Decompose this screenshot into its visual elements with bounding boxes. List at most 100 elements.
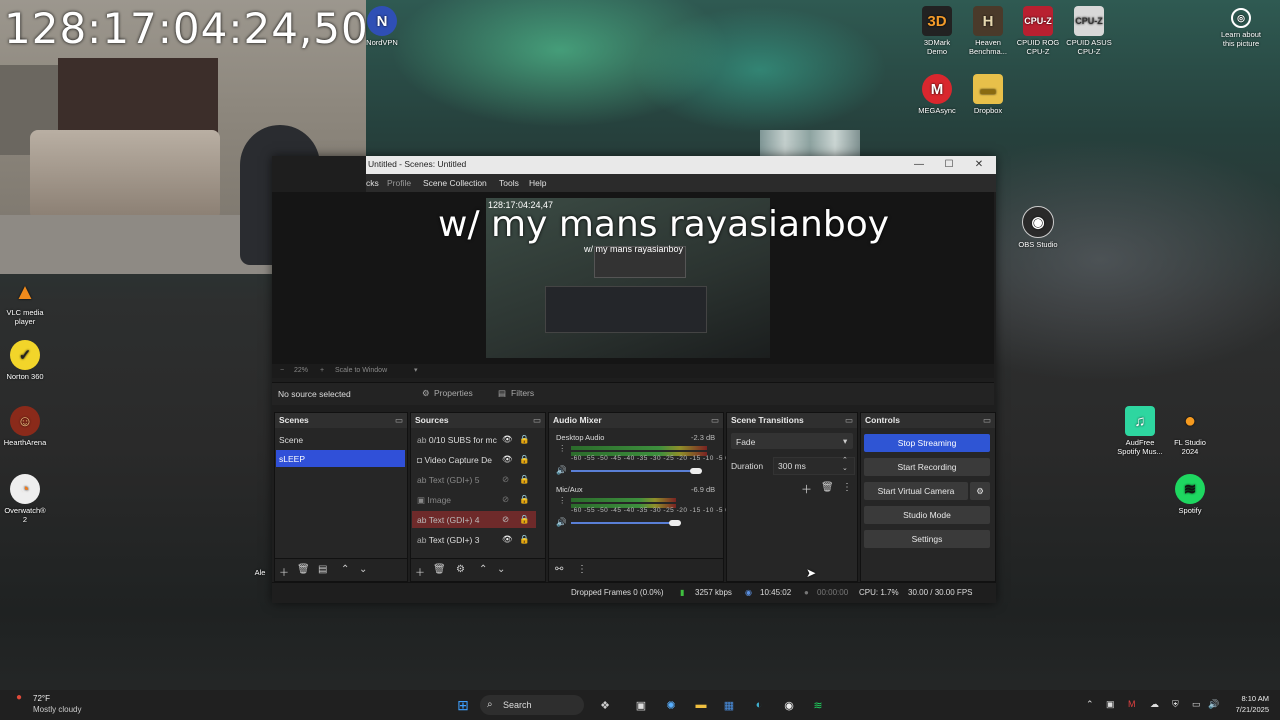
obs-titlebar[interactable]: Untitled - Scenes: Untitled — ☐ ✕: [366, 156, 996, 174]
filter-icon[interactable]: ▤: [318, 564, 327, 575]
desktop-icon-vlc[interactable]: ▲ VLC media player: [0, 276, 57, 326]
menu-profile[interactable]: Profile: [387, 178, 411, 188]
lock-icon[interactable]: 🔒: [519, 454, 530, 465]
undock-icon[interactable]: ▭: [845, 415, 853, 426]
undock-icon[interactable]: ▭: [711, 415, 719, 426]
volume-slider[interactable]: [571, 522, 671, 524]
clock-time[interactable]: 8:10 AM: [1229, 694, 1269, 703]
weather-desc[interactable]: Mostly cloudy: [33, 705, 81, 714]
chevron-up-icon[interactable]: ⌃: [842, 456, 848, 464]
source-item[interactable]: ab Text (GDI+) 3: [417, 535, 479, 545]
volume-slider-knob[interactable]: [669, 520, 681, 526]
volume-slider-knob[interactable]: [690, 468, 702, 474]
eye-hidden-icon[interactable]: ⊘: [502, 514, 509, 525]
source-item[interactable]: ab Text (GDI+) 4: [417, 515, 479, 525]
gear-icon[interactable]: ⚙: [456, 564, 465, 575]
undock-icon[interactable]: ▭: [983, 415, 991, 426]
properties-button[interactable]: Properties: [434, 388, 473, 398]
eye-icon[interactable]: 👁: [502, 434, 513, 445]
lock-icon[interactable]: 🔒: [519, 534, 530, 545]
desktop-icon-overwatch[interactable]: ◔ Overwatch® 2: [0, 474, 57, 524]
spotify-icon[interactable]: ≋: [809, 696, 827, 714]
studio-mode-button[interactable]: Studio Mode: [864, 506, 990, 524]
tray-app-icon[interactable]: ▣: [1106, 699, 1115, 710]
desktop-icon-learn-picture[interactable]: ◎ Learn about this picture: [1209, 8, 1273, 48]
menu-docks[interactable]: cks: [366, 178, 379, 188]
minimize-icon[interactable]: —: [904, 156, 934, 174]
kebab-icon[interactable]: ⋮: [577, 564, 587, 575]
undock-icon[interactable]: ▭: [395, 415, 403, 426]
scene-item-selected[interactable]: sLEEP: [279, 454, 305, 464]
settings-button[interactable]: Settings: [864, 530, 990, 548]
filters-button[interactable]: Filters: [511, 388, 534, 398]
desktop-icon-heartharena[interactable]: ☺ HearthArena: [0, 406, 57, 447]
stop-streaming-button[interactable]: Stop Streaming: [864, 434, 990, 452]
source-item[interactable]: ◘ Video Capture De: [417, 455, 492, 465]
kebab-icon[interactable]: ⋮: [558, 443, 567, 454]
source-item[interactable]: ▣ Image: [417, 495, 451, 506]
desktop-icon-norton[interactable]: ✓ Norton 360: [0, 340, 57, 381]
kebab-icon[interactable]: ⋮: [842, 482, 852, 493]
undock-icon[interactable]: ▭: [533, 415, 541, 426]
chevron-up-icon[interactable]: ⌃: [479, 564, 487, 575]
chevron-down-icon[interactable]: ⌄: [497, 564, 505, 575]
chevron-down-icon[interactable]: ⌄: [359, 564, 367, 575]
add-icon[interactable]: ＋: [415, 564, 425, 579]
eye-icon[interactable]: 👁: [502, 534, 513, 545]
store-icon[interactable]: ▦: [720, 696, 738, 714]
chevron-up-icon[interactable]: ⌃: [341, 564, 349, 575]
network-icon[interactable]: ▭: [1192, 699, 1201, 710]
desktop-icon-cpuz-asus[interactable]: CPU-Z CPUID ASUS CPU-Z: [1057, 6, 1121, 56]
widgets-icon[interactable]: ❖: [596, 696, 614, 714]
source-item[interactable]: ab 0/10 SUBS for mc: [417, 435, 497, 445]
zoom-in-button[interactable]: +: [320, 367, 324, 374]
file-explorer-icon[interactable]: ▬: [692, 696, 710, 714]
kebab-icon[interactable]: ⋮: [558, 495, 567, 506]
source-item[interactable]: ab Text (GDI+) 5: [417, 475, 479, 485]
lock-icon[interactable]: 🔒: [519, 434, 530, 445]
desktop-icon-dropbox[interactable]: ▬ Dropbox: [956, 74, 1020, 115]
cloud-icon[interactable]: ☁: [1150, 699, 1159, 710]
gear-icon[interactable]: ⚙: [970, 482, 990, 500]
link-icon[interactable]: ⚯: [555, 564, 563, 575]
zoom-out-button[interactable]: −: [280, 367, 284, 374]
trash-icon[interactable]: 🗑: [433, 564, 446, 575]
desktop-icon-obs[interactable]: ◉ OBS Studio: [1006, 206, 1070, 249]
maximize-icon[interactable]: ☐: [934, 156, 964, 174]
eye-hidden-icon[interactable]: ⊘: [502, 494, 509, 505]
search-box[interactable]: [480, 695, 584, 715]
shield-icon[interactable]: ⛨: [1172, 699, 1179, 710]
chevron-up-icon[interactable]: ⌃: [1086, 699, 1094, 710]
volume-icon[interactable]: 🔊: [1208, 699, 1219, 710]
add-icon[interactable]: ＋: [801, 481, 812, 497]
chevron-down-icon[interactable]: ▾: [414, 366, 418, 374]
windows-start-icon[interactable]: ⊞: [454, 696, 472, 714]
lock-icon[interactable]: 🔒: [519, 474, 530, 485]
trash-icon[interactable]: 🗑: [821, 482, 834, 493]
menu-tools[interactable]: Tools: [499, 178, 519, 188]
start-virtual-camera-button[interactable]: Start Virtual Camera: [864, 482, 968, 500]
clock-date[interactable]: 7/21/2025: [1229, 705, 1269, 714]
megasync-tray-icon[interactable]: M: [1128, 699, 1136, 709]
desktop-icon-spotify[interactable]: ≋ Spotify: [1158, 474, 1222, 515]
lock-icon[interactable]: 🔒: [519, 494, 530, 505]
trash-icon[interactable]: 🗑: [297, 564, 310, 575]
volume-slider[interactable]: [571, 470, 701, 472]
obs-icon[interactable]: ◉: [780, 696, 798, 714]
desktop-icon-flstudio[interactable]: ● FL Studio 2024: [1158, 406, 1222, 457]
menu-help[interactable]: Help: [529, 178, 546, 188]
chevron-down-icon[interactable]: ⌄: [842, 464, 848, 472]
menu-scene-collection[interactable]: Scene Collection: [423, 178, 487, 188]
close-icon[interactable]: ✕: [964, 156, 994, 174]
weather-temp[interactable]: 72°F: [33, 694, 50, 703]
add-icon[interactable]: ＋: [279, 564, 289, 579]
speaker-icon[interactable]: 🔊: [556, 465, 567, 476]
weather-icon[interactable]: ●: [16, 692, 22, 703]
eye-icon[interactable]: 👁: [502, 454, 513, 465]
zoom-fit-select[interactable]: Scale to Window: [335, 367, 387, 374]
task-view-icon[interactable]: ▣: [632, 696, 650, 714]
speaker-icon[interactable]: 🔊: [556, 517, 567, 528]
copilot-icon[interactable]: ✺: [662, 696, 680, 714]
edge-icon[interactable]: ◐: [750, 696, 768, 714]
eye-hidden-icon[interactable]: ⊘: [502, 474, 509, 485]
